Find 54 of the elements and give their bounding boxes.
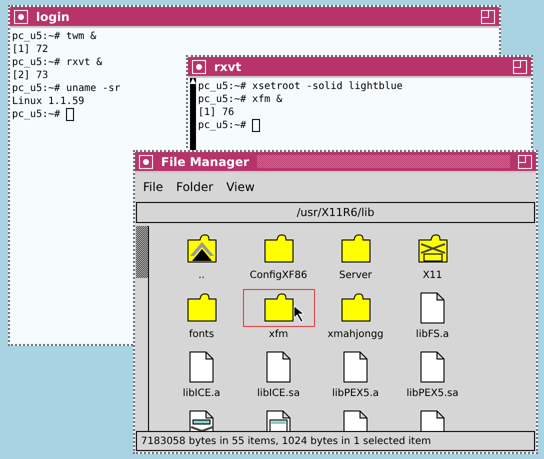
file-name[interactable]: X11 bbox=[422, 270, 442, 281]
file-name[interactable]: ConfigXF86 bbox=[250, 270, 308, 281]
file-name[interactable]: xfm bbox=[268, 329, 288, 340]
up-arrow-icon bbox=[190, 78, 196, 86]
status-bar: 7183058 bytes in 55 items, 1024 bytes in 1 selected item bbox=[136, 431, 535, 451]
terminal-line: [1] 72 bbox=[12, 43, 48, 56]
scrollbar-thumb[interactable] bbox=[136, 226, 148, 278]
link-folder-icon bbox=[418, 234, 448, 264]
file-name[interactable]: libFS.a bbox=[416, 329, 450, 340]
file-name[interactable]: xmahjongg bbox=[327, 329, 384, 340]
folder-icon bbox=[340, 234, 370, 264]
terminal-line: pc_u5:~# twm & bbox=[12, 30, 96, 43]
window-title: rxvt bbox=[214, 60, 242, 74]
path-bar: /usr/X11R6/lib bbox=[136, 202, 535, 223]
file-name[interactable]: libICE.sa bbox=[257, 388, 300, 399]
window-menu-button[interactable] bbox=[139, 154, 153, 168]
maximize-button[interactable] bbox=[513, 60, 527, 74]
terminal-line: pc_u5:~# bbox=[12, 108, 62, 121]
terminal-line: pc_u5:~# bbox=[198, 119, 248, 132]
terminal-line: [1] 76 bbox=[198, 106, 234, 119]
folder-icon bbox=[340, 293, 370, 323]
terminal-line: pc_u5:~# uname -sr bbox=[12, 82, 120, 95]
folder-icon bbox=[186, 293, 216, 323]
terminal-line: pc_u5:~# xfm & bbox=[198, 93, 282, 106]
file-name[interactable]: libICE.a bbox=[182, 388, 220, 399]
terminal-line: Linux 1.1.59 bbox=[12, 95, 84, 108]
file-icon bbox=[188, 351, 214, 383]
file-name[interactable]: .. bbox=[198, 270, 205, 281]
folder-icon bbox=[264, 293, 294, 323]
selection-frame[interactable] bbox=[242, 289, 314, 327]
file-name[interactable]: libPEX5.sa bbox=[406, 388, 458, 399]
scrollbar[interactable] bbox=[190, 78, 196, 150]
maximize-button[interactable] bbox=[518, 154, 532, 168]
window-title: login bbox=[36, 10, 70, 24]
menu-item[interactable]: View bbox=[226, 180, 255, 194]
window-menu-button[interactable] bbox=[14, 10, 28, 24]
pointer-icon bbox=[293, 305, 307, 323]
folder-icon bbox=[264, 234, 294, 264]
terminal-line: pc_u5:~# xsetroot -solid lightblue bbox=[198, 80, 403, 93]
file-icon bbox=[342, 351, 368, 383]
file-icon bbox=[420, 292, 446, 324]
parent-folder-icon bbox=[186, 234, 216, 264]
window-menu-button[interactable] bbox=[192, 60, 206, 74]
terminal-line: [2] 73 bbox=[12, 69, 48, 82]
terminal-line: pc_u5:~# rxvt & bbox=[12, 56, 102, 69]
file-name[interactable]: fonts bbox=[188, 329, 214, 340]
file-name[interactable]: Server bbox=[339, 270, 372, 281]
menu-item[interactable]: Folder bbox=[176, 180, 214, 194]
menu-item[interactable]: File bbox=[143, 180, 164, 194]
maximize-button[interactable] bbox=[481, 10, 495, 24]
file-name[interactable]: libPEX5.a bbox=[332, 388, 379, 399]
window-title: File Manager bbox=[161, 154, 250, 168]
file-icon bbox=[266, 351, 292, 383]
file-icon bbox=[420, 351, 446, 383]
